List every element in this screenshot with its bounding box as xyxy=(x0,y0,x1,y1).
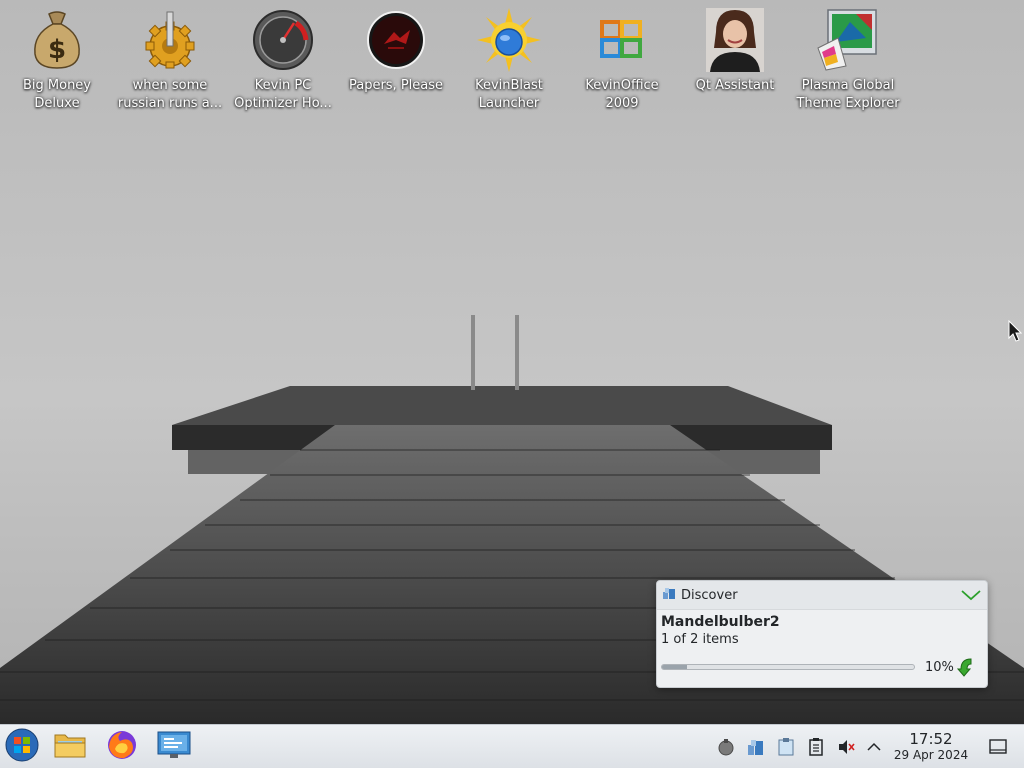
desktop-icon-plasma-theme-explorer[interactable]: Plasma Global Theme Explorer xyxy=(793,8,903,118)
desktop-icon-label: Qt Assistant xyxy=(695,78,775,93)
desktop-icon-label: Kevin PC Optimizer Ho... xyxy=(234,78,332,111)
desktop-icon-kevinoffice-2009[interactable]: KevinOffice 2009 xyxy=(567,8,677,118)
show-desktop-button[interactable] xyxy=(988,737,1008,757)
gauge-icon xyxy=(251,8,315,72)
discover-tray-icon[interactable] xyxy=(746,737,766,757)
desktop-icon-label: KevinBlast Launcher xyxy=(475,78,543,111)
start-menu-button[interactable] xyxy=(4,728,40,766)
mouse-cursor xyxy=(1008,319,1024,344)
progress-bar xyxy=(661,664,915,670)
sun-disc-icon xyxy=(477,8,541,72)
firefox-button[interactable] xyxy=(104,729,140,765)
progress-percent: 10% xyxy=(925,659,954,675)
expand-tray-icon[interactable] xyxy=(864,737,884,757)
updates-icon[interactable] xyxy=(716,737,736,757)
progress-bar-fill xyxy=(662,665,688,669)
desktop-icon-papers-please[interactable]: Papers, Please xyxy=(341,8,451,118)
desktop-icon-big-money-deluxe[interactable]: $ Big Money Deluxe xyxy=(2,8,112,118)
cancel-job-icon[interactable] xyxy=(957,657,975,677)
volume-muted-icon[interactable] xyxy=(836,737,856,757)
settings-monitor-icon xyxy=(157,731,191,763)
file-manager-button[interactable] xyxy=(52,729,88,765)
desktop-icon-label: when some russian runs a... xyxy=(117,78,223,111)
desktop-icon-label: Big Money Deluxe xyxy=(22,78,91,111)
folder-icon xyxy=(54,731,86,763)
clipboard-icon[interactable] xyxy=(776,737,796,757)
clock-date: 29 Apr 2024 xyxy=(893,748,969,762)
seal-icon xyxy=(364,8,428,72)
money-bag-icon: $ xyxy=(25,8,89,72)
notification-title: Mandelbulber2 xyxy=(661,614,780,630)
discover-app-icon xyxy=(662,586,676,605)
collapse-chevron-icon[interactable] xyxy=(961,589,981,601)
notification-app-name: Discover xyxy=(681,587,738,603)
firefox-icon xyxy=(106,729,138,765)
notification-header: Discover xyxy=(657,581,987,610)
notification-subtitle: 1 of 2 items xyxy=(661,632,739,647)
desktop-icon-label: KevinOffice 2009 xyxy=(585,78,659,111)
progress-row: 10% xyxy=(661,657,981,677)
notes-icon[interactable] xyxy=(806,737,826,757)
person-photo-icon xyxy=(703,8,767,72)
taskbar-panel: 17:52 29 Apr 2024 xyxy=(0,724,1024,768)
desktop-icon-label: Plasma Global Theme Explorer xyxy=(796,78,900,111)
clock-time: 17:52 xyxy=(909,730,953,748)
desktop-icon-kevinblast-launcher[interactable]: KevinBlast Launcher xyxy=(454,8,564,118)
desktop-icon-label: Papers, Please xyxy=(348,78,444,93)
desktop-icon-qt-assistant[interactable]: Qt Assistant xyxy=(680,8,790,118)
digital-clock[interactable]: 17:52 29 Apr 2024 xyxy=(888,731,974,763)
desktop-icon-kevin-pc-optimizer[interactable]: Kevin PC Optimizer Ho... xyxy=(228,8,338,118)
system-settings-button[interactable] xyxy=(156,729,192,765)
gear-icon xyxy=(138,8,202,72)
theme-monitor-icon xyxy=(816,8,880,72)
start-orb-icon xyxy=(5,728,39,766)
svg-text:$: $ xyxy=(48,35,66,65)
office-logo-icon xyxy=(590,8,654,72)
job-progress-notification[interactable]: Discover Mandelbulber2 1 of 2 items 10% xyxy=(656,580,988,688)
desktop-icon-russian-app[interactable]: when some russian runs a... xyxy=(115,8,225,118)
